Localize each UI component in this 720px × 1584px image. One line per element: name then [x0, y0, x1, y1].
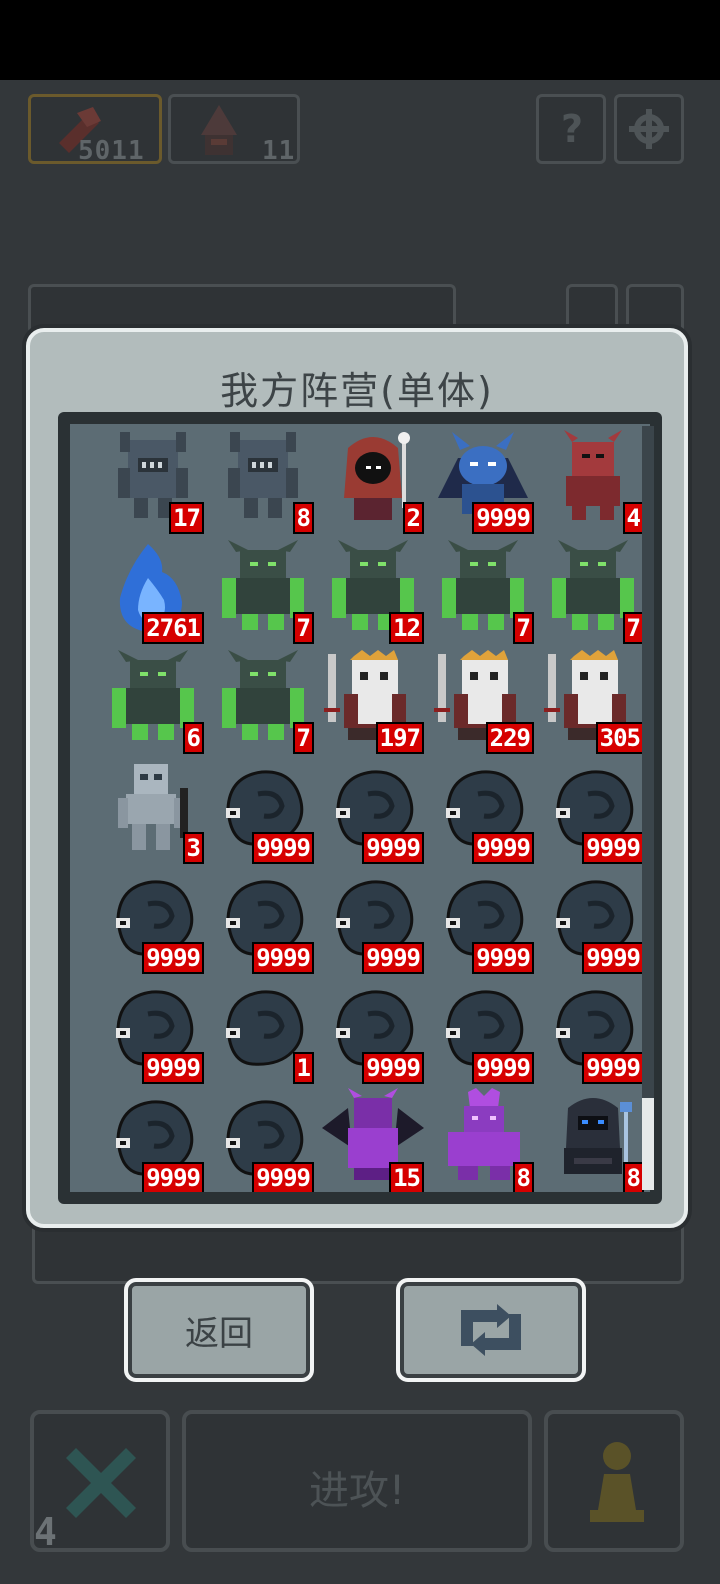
swap-button[interactable]	[396, 1278, 586, 1382]
unit-count-badge: 9999	[252, 1162, 314, 1192]
unit-count-badge: 2761	[142, 612, 204, 644]
unit-slot-red-imp[interactable]: 4	[538, 428, 648, 538]
dim-panel-slot	[28, 284, 456, 334]
pawn-button[interactable]	[544, 1410, 684, 1552]
settings-button[interactable]	[614, 94, 684, 164]
unit-slot-shadow-ghost[interactable]: 9999	[428, 978, 538, 1088]
unit-count-badge: 9999	[472, 502, 534, 534]
unit-slot-shadow-ghost[interactable]: 9999	[98, 1088, 208, 1192]
unit-slot-shadow-ghost[interactable]: 9999	[208, 758, 318, 868]
unit-slot-shadow-ghost[interactable]: 9999	[318, 868, 428, 978]
swap-icon	[461, 1304, 521, 1356]
gear-icon	[629, 109, 669, 149]
unit-count-badge: 9999	[582, 1052, 644, 1084]
unit-count-badge: 7	[622, 612, 644, 644]
unit-count-badge: 8	[512, 1162, 534, 1192]
unit-grid-frame: 17 8 2 9999 4 2761 7 12 7 7 6 7 197 229 305 3 9999 9999 99…	[58, 412, 662, 1204]
unit-count-badge: 17	[169, 502, 204, 534]
unit-count-badge: 8	[622, 1162, 644, 1192]
unit-count-badge: 9999	[362, 832, 424, 864]
unit-count-badge: 6	[182, 722, 204, 754]
question-mark-icon: ?	[561, 107, 584, 151]
unit-slot-dark-knight[interactable]: 8	[538, 1088, 648, 1192]
unit-count-badge: 9999	[472, 832, 534, 864]
unit-slot-shadow-ghost[interactable]: 9999	[318, 978, 428, 1088]
unit-count-badge: 197	[375, 722, 424, 754]
unit-slot-shadow-ghost[interactable]: 1	[208, 978, 318, 1088]
level-indicator: 4	[34, 1510, 58, 1554]
unit-count-badge: 9999	[142, 1052, 204, 1084]
unit-slot-blue-flame-spirit[interactable]: 2761	[98, 538, 208, 648]
faction-modal: 我方阵营(单体) 17 8 2 9999 4 2761 7 12 7 7 6 7 197 229 305 3 9…	[26, 328, 688, 1228]
unit-slot-skeleton-king[interactable]: 229	[428, 648, 538, 758]
back-label: 返回	[185, 1313, 253, 1354]
unit-slot-shadow-ghost[interactable]: 9999	[538, 978, 648, 1088]
unit-slot-green-gargoyle[interactable]: 7	[208, 648, 318, 758]
unit-count-badge: 9999	[142, 942, 204, 974]
unit-count: 11	[262, 136, 296, 166]
unit-slot-shadow-ghost[interactable]: 9999	[98, 978, 208, 1088]
unit-count-badge: 3	[182, 832, 204, 864]
unit-count-badge: 9999	[252, 942, 314, 974]
unit-count-badge: 7	[292, 612, 314, 644]
unit-slot-green-gargoyle[interactable]: 12	[318, 538, 428, 648]
unit-slot-shadow-ghost[interactable]: 9999	[538, 758, 648, 868]
unit-slot-red-hooded-mage[interactable]: 2	[318, 428, 428, 538]
unit-slot-shadow-ghost[interactable]: 9999	[428, 868, 538, 978]
unit-count-badge: 9999	[362, 942, 424, 974]
scrollbar-track[interactable]	[642, 426, 654, 1168]
wizard-icon	[201, 105, 237, 155]
unit-count-badge: 305	[595, 722, 644, 754]
unit-slot-shadow-ghost[interactable]: 9999	[318, 758, 428, 868]
unit-count-badge: 9999	[252, 832, 314, 864]
unit-slot-shadow-ghost[interactable]: 9999	[538, 868, 648, 978]
dim-side-button[interactable]	[566, 284, 618, 334]
modal-title: 我方阵营(单体)	[220, 369, 494, 413]
dim-side-button-2[interactable]	[626, 284, 684, 334]
unit-count-badge: 9999	[472, 942, 534, 974]
attack-label: 进攻!	[308, 1468, 406, 1514]
unit-count-badge: 2	[402, 502, 424, 534]
unit-count-badge: 1	[292, 1052, 314, 1084]
unit-slot-stone-golem[interactable]: 17	[98, 428, 208, 538]
unit-count-badge: 4	[622, 502, 644, 534]
unit-count-badge: 7	[292, 722, 314, 754]
resource-count: 5011	[78, 136, 145, 166]
unit-grid[interactable]: 17 8 2 9999 4 2761 7 12 7 7 6 7 197 229 305 3 9999 9999 99…	[70, 424, 650, 1192]
unit-slot-stone-golem[interactable]: 8	[208, 428, 318, 538]
unit-slot-green-gargoyle[interactable]: 7	[428, 538, 538, 648]
back-button[interactable]: 返回	[124, 1278, 314, 1382]
unit-count-badge: 9999	[582, 832, 644, 864]
pawn-icon	[590, 1442, 644, 1522]
unit-slot-green-gargoyle[interactable]: 6	[98, 648, 208, 758]
unit-count-badge: 7	[512, 612, 534, 644]
unit-count-badge: 9999	[142, 1162, 204, 1192]
scrollbar-thumb[interactable]	[642, 1098, 654, 1190]
unit-count-badge: 229	[485, 722, 534, 754]
unit-slot-shadow-ghost[interactable]: 9999	[208, 1088, 318, 1192]
unit-count-badge: 9999	[472, 1052, 534, 1084]
unit-slot-shadow-ghost[interactable]: 9999	[98, 868, 208, 978]
unit-slot-green-gargoyle[interactable]: 7	[208, 538, 318, 648]
unit-count-badge: 12	[389, 612, 424, 644]
help-button[interactable]: ?	[536, 94, 606, 164]
unit-count-badge: 8	[292, 502, 314, 534]
unit-count-badge: 15	[389, 1162, 424, 1192]
unit-slot-blue-demon[interactable]: 9999	[428, 428, 538, 538]
unit-slot-skeleton-warrior[interactable]: 3	[98, 758, 208, 868]
status-bar	[0, 0, 720, 80]
unit-slot-shadow-ghost[interactable]: 9999	[428, 758, 538, 868]
unit-slot-shadow-ghost[interactable]: 9999	[208, 868, 318, 978]
unit-slot-purple-golem[interactable]: 8	[428, 1088, 538, 1192]
unit-count-badge: 9999	[362, 1052, 424, 1084]
attack-button[interactable]: 进攻!	[182, 1410, 532, 1552]
unit-slot-green-gargoyle[interactable]: 7	[538, 538, 648, 648]
unit-slot-purple-dragon[interactable]: 15	[318, 1088, 428, 1192]
unit-count-badge: 9999	[582, 942, 644, 974]
unit-slot-skeleton-king[interactable]: 305	[538, 648, 648, 758]
unit-slot-skeleton-king[interactable]: 197	[318, 648, 428, 758]
x-icon	[66, 1448, 136, 1518]
